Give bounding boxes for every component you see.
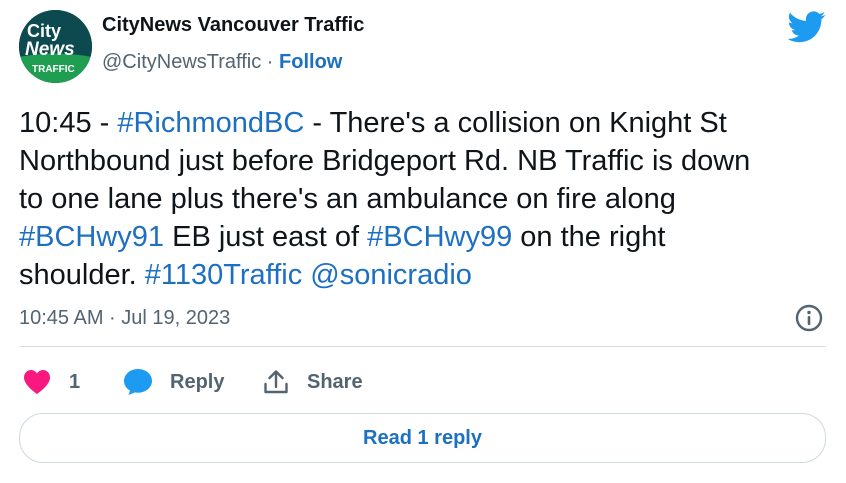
avatar[interactable]: City News TRAFFIC: [19, 10, 92, 83]
twitter-bird-icon[interactable]: [788, 11, 826, 43]
reply-label: Reply: [170, 370, 225, 393]
tweet-link[interactable]: #RichmondBC: [117, 107, 304, 139]
logo-city-text: City: [27, 21, 61, 41]
handle-row: @CityNewsTraffic · Follow: [102, 51, 342, 74]
tweet-link[interactable]: @sonicradio: [310, 259, 472, 291]
share-label: Share: [307, 370, 363, 393]
account-name[interactable]: CityNews Vancouver Traffic: [102, 14, 364, 37]
handle-separator: ·: [266, 51, 274, 73]
divider: [19, 346, 826, 347]
account-handle[interactable]: @CityNewsTraffic: [102, 51, 261, 73]
read-replies-button[interactable]: Read 1 reply: [19, 413, 826, 463]
tweet-text: 10:45 - #RichmondBC - There's a collisio…: [19, 104, 829, 294]
info-icon[interactable]: [794, 303, 824, 333]
speech-bubble-icon: [124, 369, 152, 395]
heart-icon: [24, 370, 50, 394]
share-button[interactable]: Share: [263, 366, 363, 398]
read-replies-label: Read 1 reply: [363, 426, 482, 449]
tweet-link[interactable]: #BCHwy99: [367, 221, 512, 253]
tweet-text-segment: EB just east of: [164, 221, 368, 253]
tweet-timestamp[interactable]: 10:45 AM · Jul 19, 2023: [19, 307, 230, 330]
tweet-link[interactable]: #BCHwy91: [19, 221, 164, 253]
tweet-text-segment: 10:45 -: [19, 107, 118, 139]
tweet-link[interactable]: #1130Traffic: [145, 259, 302, 291]
share-upload-icon: [264, 370, 288, 394]
like-button[interactable]: 1: [23, 366, 80, 398]
follow-button[interactable]: Follow: [279, 51, 342, 73]
like-count: 1: [69, 370, 81, 393]
logo-traffic-text: TRAFFIC: [32, 64, 75, 75]
logo-news-text: News: [25, 39, 75, 60]
reply-button[interactable]: Reply: [123, 366, 224, 398]
